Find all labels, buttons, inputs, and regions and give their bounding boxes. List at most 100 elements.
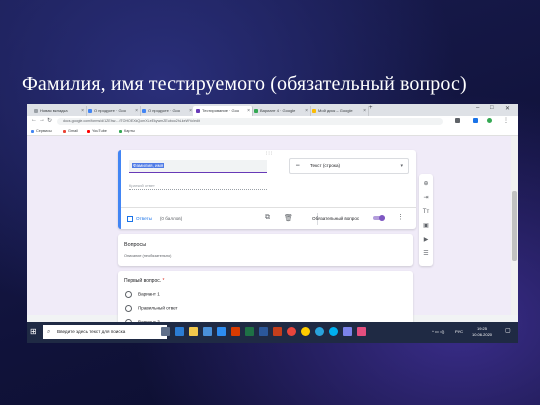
tab-favicon: [196, 108, 200, 113]
add-question-icon[interactable]: ⊕: [422, 180, 430, 188]
bookmark-label: Gmail: [68, 129, 78, 133]
chrome-icon[interactable]: [287, 327, 296, 336]
browser-tab-strip: Новая вкладка × О продукте · Goo × О проду…: [27, 104, 518, 116]
notifications-icon[interactable]: ▢: [505, 327, 511, 334]
task-view-icon[interactable]: [161, 327, 170, 336]
office-icon[interactable]: [231, 327, 240, 336]
question-type-dropdown[interactable]: ═ Текст (строка) ▾: [289, 158, 409, 174]
browser-tab-active[interactable]: Тестирование · Goo ×: [193, 106, 253, 116]
drag-handle-icon[interactable]: ⁞⁞⁞: [266, 151, 273, 157]
minimize-button[interactable]: –: [476, 105, 479, 111]
taskbar-search-input[interactable]: ⌕ Введите здесь текст для поиска: [43, 325, 167, 339]
files-icon[interactable]: [343, 327, 352, 336]
option-label: Правильный ответ: [138, 305, 178, 311]
section-card[interactable]: Вопросы Описание (необязательно): [118, 234, 413, 266]
question-footer: Ответы (0 баллов) ⧉ 🗑 Обязательный вопрос…: [121, 207, 416, 230]
language-indicator[interactable]: РУС: [455, 329, 463, 334]
paint-icon[interactable]: [357, 327, 366, 336]
profile-avatar[interactable]: [487, 118, 492, 123]
close-icon[interactable]: ×: [81, 106, 84, 116]
new-tab-button[interactable]: +: [369, 105, 373, 111]
browser-tab[interactable]: Мой диск – Google ×: [309, 106, 369, 116]
reload-icon[interactable]: ↻: [47, 117, 52, 124]
required-star: *: [162, 278, 165, 284]
import-questions-icon[interactable]: ⇥: [422, 194, 430, 202]
add-video-icon[interactable]: ▶: [422, 236, 430, 244]
tab-label: О продукте · Goo: [148, 108, 181, 113]
required-toggle[interactable]: [373, 215, 385, 221]
tab-favicon: [142, 108, 146, 113]
question-card-active[interactable]: ⁞⁞⁞ Фамилия, имя ═ Текст (строка) ▾ Крат…: [118, 150, 416, 229]
scrollbar[interactable]: [511, 136, 518, 315]
close-icon[interactable]: ×: [189, 106, 192, 116]
apps-icon: [31, 129, 34, 133]
bookmark-label: Карты: [124, 129, 135, 133]
more-options-icon[interactable]: ⋮: [397, 213, 404, 221]
section-description[interactable]: Описание (необязательно): [124, 254, 171, 258]
extension-icon[interactable]: [473, 118, 478, 123]
browser-tab[interactable]: Новая вкладка ×: [31, 106, 87, 116]
points-label: (0 баллов): [159, 216, 183, 222]
radio-option[interactable]: Вариант 1: [125, 291, 160, 298]
question-title-text: Фамилия, имя: [132, 163, 165, 168]
scrollbar-thumb[interactable]: [512, 191, 517, 261]
close-icon[interactable]: ×: [247, 106, 250, 116]
tab-favicon: [88, 108, 92, 113]
close-icon[interactable]: ×: [305, 106, 308, 116]
close-icon[interactable]: ×: [135, 106, 138, 116]
yandex-icon[interactable]: [301, 327, 310, 336]
close-window-button[interactable]: ✕: [505, 105, 510, 112]
explorer-icon[interactable]: [189, 327, 198, 336]
bookmark-item[interactable]: Карты: [119, 127, 135, 135]
bookmarks-bar: Сервисы Gmail YouTube Карты: [27, 127, 518, 136]
question-title-input[interactable]: Фамилия, имя: [129, 160, 267, 173]
bookmark-label: YouTube: [92, 129, 107, 133]
bookmark-item[interactable]: YouTube: [87, 127, 107, 135]
windows-taskbar: ⊞ ⌕ Введите здесь текст для поиска ^ ▭ ◁)…: [27, 322, 518, 343]
telegram-icon[interactable]: [315, 327, 324, 336]
browser-tab[interactable]: О продукте · Goo ×: [85, 106, 141, 116]
forms-page: ⁞⁞⁞ Фамилия, имя ═ Текст (строка) ▾ Крат…: [27, 136, 518, 331]
delete-icon[interactable]: 🗑: [284, 214, 293, 222]
section-title[interactable]: Вопросы: [124, 242, 146, 248]
bookmark-item[interactable]: Gmail: [63, 127, 78, 135]
bookmark-star-icon[interactable]: [455, 118, 460, 123]
windows-start-icon[interactable]: ⊞: [30, 328, 37, 336]
edge-icon[interactable]: [175, 327, 184, 336]
powerpoint-icon[interactable]: [273, 327, 282, 336]
excel-icon[interactable]: [245, 327, 254, 336]
bookmark-item[interactable]: Сервисы: [31, 127, 52, 135]
add-title-icon[interactable]: Tт: [422, 208, 430, 216]
back-icon[interactable]: ←: [31, 117, 37, 123]
answers-button[interactable]: Ответы (0 баллов): [127, 216, 182, 222]
tray-icons[interactable]: ^ ▭ ◁): [432, 329, 444, 334]
forward-icon[interactable]: →: [39, 117, 45, 123]
browser-tab[interactable]: Вариант 4 · Google ×: [251, 106, 311, 116]
tab-label: Вариант 4 · Google: [260, 108, 296, 113]
maximize-button[interactable]: □: [490, 105, 494, 111]
tab-favicon: [34, 108, 38, 113]
mail-icon[interactable]: [217, 327, 226, 336]
bookmark-label: Сервисы: [36, 129, 52, 133]
checkbox-icon: [127, 216, 133, 222]
slide-title: Фамилия, имя тестируемого (обязательный …: [22, 73, 467, 95]
tab-label: О продукте · Goo: [94, 108, 127, 113]
duplicate-icon[interactable]: ⧉: [265, 214, 270, 222]
close-icon[interactable]: ×: [363, 106, 366, 116]
add-image-icon[interactable]: ▣: [422, 222, 430, 230]
screenshot: Новая вкладка × О продукте · Goo × О проду…: [27, 104, 518, 343]
taskbar-clock[interactable]: 19:25 10.06.2020: [472, 326, 492, 338]
mc-question-text: Первый вопрос.: [124, 278, 162, 284]
radio-icon: [125, 291, 132, 298]
browser-tab[interactable]: О продукте · Goo ×: [139, 106, 195, 116]
search-icon: ⌕: [47, 329, 51, 335]
word-icon[interactable]: [259, 327, 268, 336]
radio-option[interactable]: Правильный ответ: [125, 305, 178, 312]
skype-icon[interactable]: [329, 327, 338, 336]
chevron-down-icon: ▾: [400, 163, 403, 169]
url-input[interactable]: docs.google.com/forms/d/1ZEhw-...fTOHOEX…: [57, 118, 443, 125]
search-placeholder: Введите здесь текст для поиска: [57, 329, 126, 334]
menu-icon[interactable]: ⋮: [503, 117, 509, 124]
add-section-icon[interactable]: ☰: [422, 250, 430, 258]
store-icon[interactable]: [203, 327, 212, 336]
